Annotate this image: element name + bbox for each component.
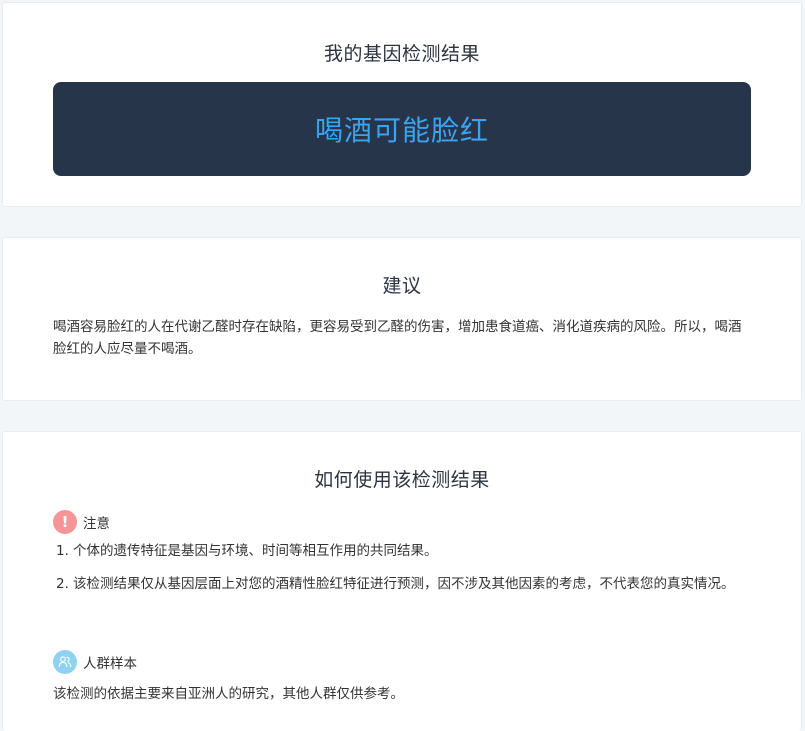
result-banner: 喝酒可能脸红 [53,82,751,176]
people-icon [53,650,77,674]
notice-section-head: ! 注意 [53,510,110,534]
list-item-text: 个体的遗传特征是基因与环境、时间等相互作用的共同结果。 [73,543,438,559]
result-card-title: 我的基因检测结果 [323,43,480,65]
list-item: 1. 个体的遗传特征是基因与环境、时间等相互作用的共同结果。 [53,540,753,562]
advice-card: 建议 喝酒容易脸红的人在代谢乙醛时存在缺陷，更容易受到乙醛的伤害，增加患食道癌、… [2,237,802,401]
usage-card: 如何使用该检测结果 ! 注意 1. 个体的遗传特征是基因与环境、时间等相互作用的… [2,431,802,731]
result-card: 我的基因检测结果 喝酒可能脸红 [2,2,802,207]
list-item: 2. 该检测结果仅从基因层面上对您的酒精性脸红特征进行预测，因不涉及其他因素的考… [53,573,753,595]
list-item-text: 该检测结果仅从基因层面上对您的酒精性脸红特征进行预测，因不涉及其他因素的考虑，不… [73,576,735,592]
sample-section-head: 人群样本 [53,650,137,674]
exclamation-icon: ! [53,510,77,534]
sample-label: 人群样本 [83,656,137,672]
list-item-number: 1. [56,543,69,559]
list-item-number: 2. [56,576,69,592]
notice-label: 注意 [83,516,110,532]
usage-card-title: 如何使用该检测结果 [314,469,490,491]
sample-text: 该检测的依据主要来自亚洲人的研究，其他人群仅供参考。 [53,686,404,702]
result-value: 喝酒可能脸红 [314,114,489,147]
advice-text: 喝酒容易脸红的人在代谢乙醛时存在缺陷，更容易受到乙醛的伤害，增加患食道癌、消化道… [53,319,742,357]
advice-card-title: 建议 [382,275,422,297]
notice-list: 1. 个体的遗传特征是基因与环境、时间等相互作用的共同结果。 2. 该检测结果仅… [53,540,753,606]
